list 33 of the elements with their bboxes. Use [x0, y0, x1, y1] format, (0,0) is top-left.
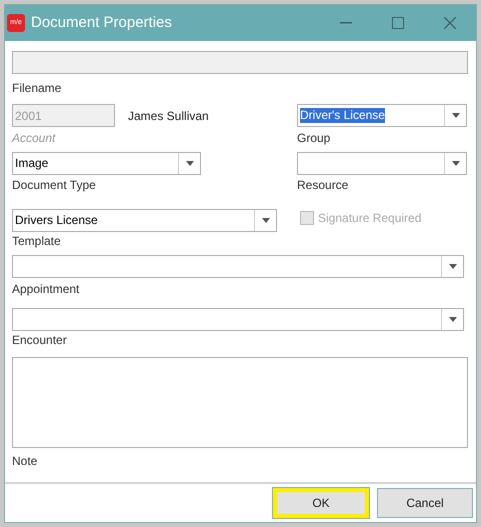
- dropdown-value: Image: [15, 156, 48, 171]
- note-field[interactable]: [12, 357, 468, 448]
- caret-icon: [452, 161, 460, 166]
- dropdown-field[interactable]: Drivers License: [12, 209, 277, 232]
- dropdown-field[interactable]: [12, 255, 464, 278]
- field-label: Group: [297, 131, 332, 146]
- field-label: Encounter: [12, 333, 68, 348]
- dropdown-field[interactable]: Image: [12, 152, 201, 175]
- caret-icon: [448, 264, 456, 269]
- minimize-icon: [340, 22, 352, 24]
- dropdown-field[interactable]: [297, 152, 467, 175]
- caret-icon: [448, 317, 456, 322]
- field-label: Filename: [12, 81, 62, 96]
- dropdown-field[interactable]: [12, 308, 464, 331]
- dialog-button[interactable]: OK: [273, 488, 369, 518]
- caret-icon: [186, 161, 194, 166]
- field-label: Template: [12, 234, 62, 249]
- caret-icon: [452, 113, 460, 118]
- checkbox-label: Signature Required: [318, 210, 422, 227]
- field-label: Resource: [297, 178, 350, 193]
- field-label: Note: [12, 454, 38, 469]
- dropdown-value: Driver's License: [300, 108, 385, 123]
- window-title: Document Properties: [31, 12, 172, 33]
- dropdown-value: Drivers License: [15, 213, 98, 228]
- field-label: Appointment: [12, 282, 80, 297]
- caret-icon: [262, 218, 270, 223]
- dialog-button[interactable]: Cancel: [377, 488, 473, 518]
- field-label: Document Type: [12, 178, 97, 193]
- field-label: Account: [12, 131, 57, 146]
- patient-name: James Sullivan: [128, 108, 209, 124]
- maximize-icon: [392, 17, 404, 29]
- dropdown-field[interactable]: Driver's License: [297, 104, 467, 127]
- close-icon: [444, 17, 456, 29]
